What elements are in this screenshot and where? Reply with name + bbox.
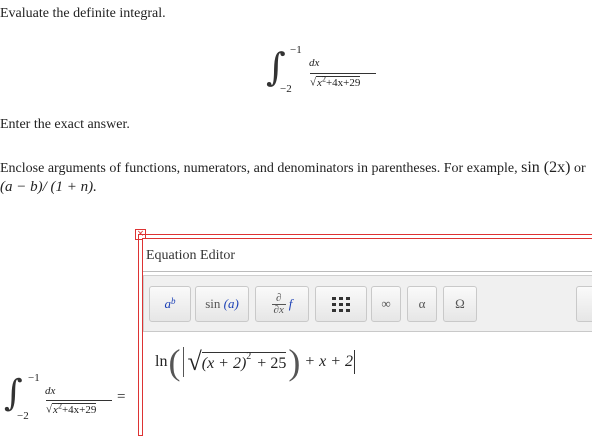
matrix-icon[interactable]: [315, 286, 367, 322]
integrand-denominator: √x2+4x+29: [46, 401, 97, 416]
instruction-text: Enter the exact answer.: [0, 117, 130, 132]
alpha-button[interactable]: α: [407, 286, 437, 322]
equation-entry-field[interactable]: ln ( √ (x + 2) 2 + 25 ) + x + 2: [143, 331, 592, 436]
upper-limit: −1: [290, 44, 302, 56]
editor-divider: [143, 271, 592, 272]
power-button[interactable]: ab: [149, 286, 191, 322]
editor-title: Equation Editor: [146, 248, 236, 263]
sin-button[interactable]: sin (a): [195, 286, 249, 322]
hint-example-sin: sin (2x): [521, 159, 571, 176]
hint-example-fraction: (a − b)/ (1 + n).: [0, 179, 97, 195]
entered-expression: ln ( √ (x + 2) 2 + 25 ) + x + 2: [155, 342, 356, 382]
hint-line-1: Enclose arguments of functions, numerato…: [0, 159, 586, 176]
lower-limit: −2: [17, 410, 29, 422]
upper-limit: −1: [28, 372, 40, 384]
integrand-denominator: √x2+4x+29: [310, 74, 361, 89]
derivative-button[interactable]: ∂ ∂x f: [255, 286, 309, 322]
integral-display: ∫ −1 −2 dx √x2+4x+29: [266, 44, 386, 96]
equals-sign: =: [117, 389, 126, 405]
omega-button[interactable]: Ω: [443, 286, 477, 322]
integrand-numerator: dx: [309, 57, 320, 69]
answer-lhs-integral: ∫ −1 −2 dx √x2+4x+29 =: [4, 372, 134, 423]
editor-toolbar: ab sin (a) ∂ ∂x f ∞ α Ω ⫿: [143, 275, 592, 333]
integral-sign: ∫: [266, 45, 286, 89]
integrand-numerator: dx: [45, 385, 56, 397]
integral-sign: ∫: [4, 373, 23, 414]
infinity-button[interactable]: ∞: [371, 286, 401, 322]
more-symbols-icon[interactable]: ⫿: [576, 286, 592, 322]
equation-editor-panel: Equation Editor ab sin (a) ∂ ∂x f ∞ α Ω …: [142, 238, 592, 436]
lower-limit: −2: [280, 83, 292, 95]
text-caret: [354, 350, 356, 374]
problem-prompt: Evaluate the definite integral.: [0, 6, 166, 21]
